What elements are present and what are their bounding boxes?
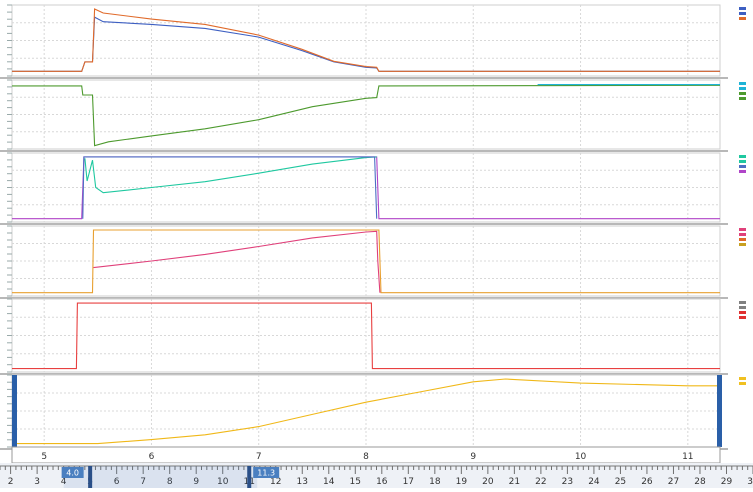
overview-tick-label: 25 <box>615 477 626 487</box>
legend-swatch-icon[interactable] <box>739 155 746 158</box>
overview-tick-label: 20 <box>482 477 494 487</box>
panel-separator[interactable] <box>0 223 728 225</box>
legend-swatch-icon[interactable] <box>739 233 746 236</box>
signal-viewer: 567891011 234567891011121314151617181920… <box>0 0 753 488</box>
panel-1[interactable] <box>0 4 728 79</box>
legend-swatch-icon[interactable] <box>739 12 746 15</box>
legend-swatch-icon[interactable] <box>739 311 746 314</box>
legend-swatch-icon[interactable] <box>739 316 746 319</box>
range-handle-right[interactable] <box>717 375 722 447</box>
legend-swatch-icon[interactable] <box>739 97 746 100</box>
window-start-label: 4.0 <box>66 469 79 478</box>
legend-swatch-icon[interactable] <box>739 306 746 309</box>
overview-tick-label: 14 <box>323 477 335 487</box>
overview-tick-label: 22 <box>535 477 546 487</box>
overview-tick-label: 13 <box>297 477 308 487</box>
overview-tick-label: 30 <box>747 477 753 487</box>
overview-tick-label: 24 <box>588 477 600 487</box>
panel-6[interactable] <box>0 374 728 450</box>
overview-tick-label: 17 <box>403 477 414 487</box>
legend-swatch-icon[interactable] <box>739 243 746 246</box>
legend-swatch-icon[interactable] <box>739 382 746 385</box>
x-tick-label: 5 <box>41 452 47 462</box>
overview-tick-label: 21 <box>509 477 520 487</box>
overview-tick-label: 16 <box>376 477 388 487</box>
panels-layer <box>0 4 728 450</box>
panel-2[interactable] <box>0 79 728 152</box>
window-end-label: 11.3 <box>257 469 275 478</box>
overview-tick-label: 2 <box>8 477 14 487</box>
overview-tick-label: 3 <box>34 477 40 487</box>
overview-tick-label: 12 <box>270 477 281 487</box>
overview-tick-label: 28 <box>694 477 706 487</box>
legend-swatch-icon[interactable] <box>739 87 746 90</box>
legend-swatch-icon[interactable] <box>739 82 746 85</box>
x-tick-label: 9 <box>470 452 476 462</box>
legend-swatch-icon[interactable] <box>739 170 746 173</box>
overview-window[interactable] <box>63 466 258 488</box>
legend-swatch-icon[interactable] <box>739 301 746 304</box>
x-tick-label: 11 <box>682 452 693 462</box>
overview-tick-label: 18 <box>429 477 441 487</box>
panel-separator[interactable] <box>0 150 728 152</box>
panel-5[interactable] <box>0 298 728 375</box>
panel-3[interactable] <box>0 152 728 225</box>
x-tick-label: 8 <box>363 452 369 462</box>
overview-tick-label: 19 <box>456 477 468 487</box>
x-tick-label: 10 <box>575 452 587 462</box>
legend-swatch-icon[interactable] <box>739 238 746 241</box>
x-axis: 5 6 7 8 9 10 11 <box>11 446 721 464</box>
legend-swatch-icon[interactable] <box>739 165 746 168</box>
panel-separator[interactable] <box>0 77 728 79</box>
overview-window-handle-right[interactable] <box>247 466 252 488</box>
overview-tick-label: 26 <box>641 477 653 487</box>
overview-tick-label: 15 <box>350 477 361 487</box>
panel-4[interactable] <box>0 225 728 299</box>
legend-swatch-icon[interactable] <box>739 7 746 10</box>
plot-area[interactable]: 567891011 234567891011121314151617181920… <box>0 0 753 488</box>
x-tick-label: 7 <box>256 452 262 462</box>
overview-ruler[interactable]: 2345678910111213141516171819202122232425… <box>0 463 753 488</box>
legend-swatch-icon[interactable] <box>739 228 746 231</box>
overview-tick-label: 29 <box>721 477 733 487</box>
x-tick-label: 6 <box>149 452 155 462</box>
range-handle-left[interactable] <box>12 375 17 447</box>
legend-swatch-icon[interactable] <box>739 17 746 20</box>
overview-tick-label: 23 <box>562 477 573 487</box>
legend-swatch-icon[interactable] <box>739 92 746 95</box>
legend-swatch-icon[interactable] <box>739 160 746 163</box>
legend-swatch-icon[interactable] <box>739 377 746 380</box>
overview-tick-label: 27 <box>668 477 679 487</box>
overview-window-handle-left[interactable] <box>88 466 93 488</box>
